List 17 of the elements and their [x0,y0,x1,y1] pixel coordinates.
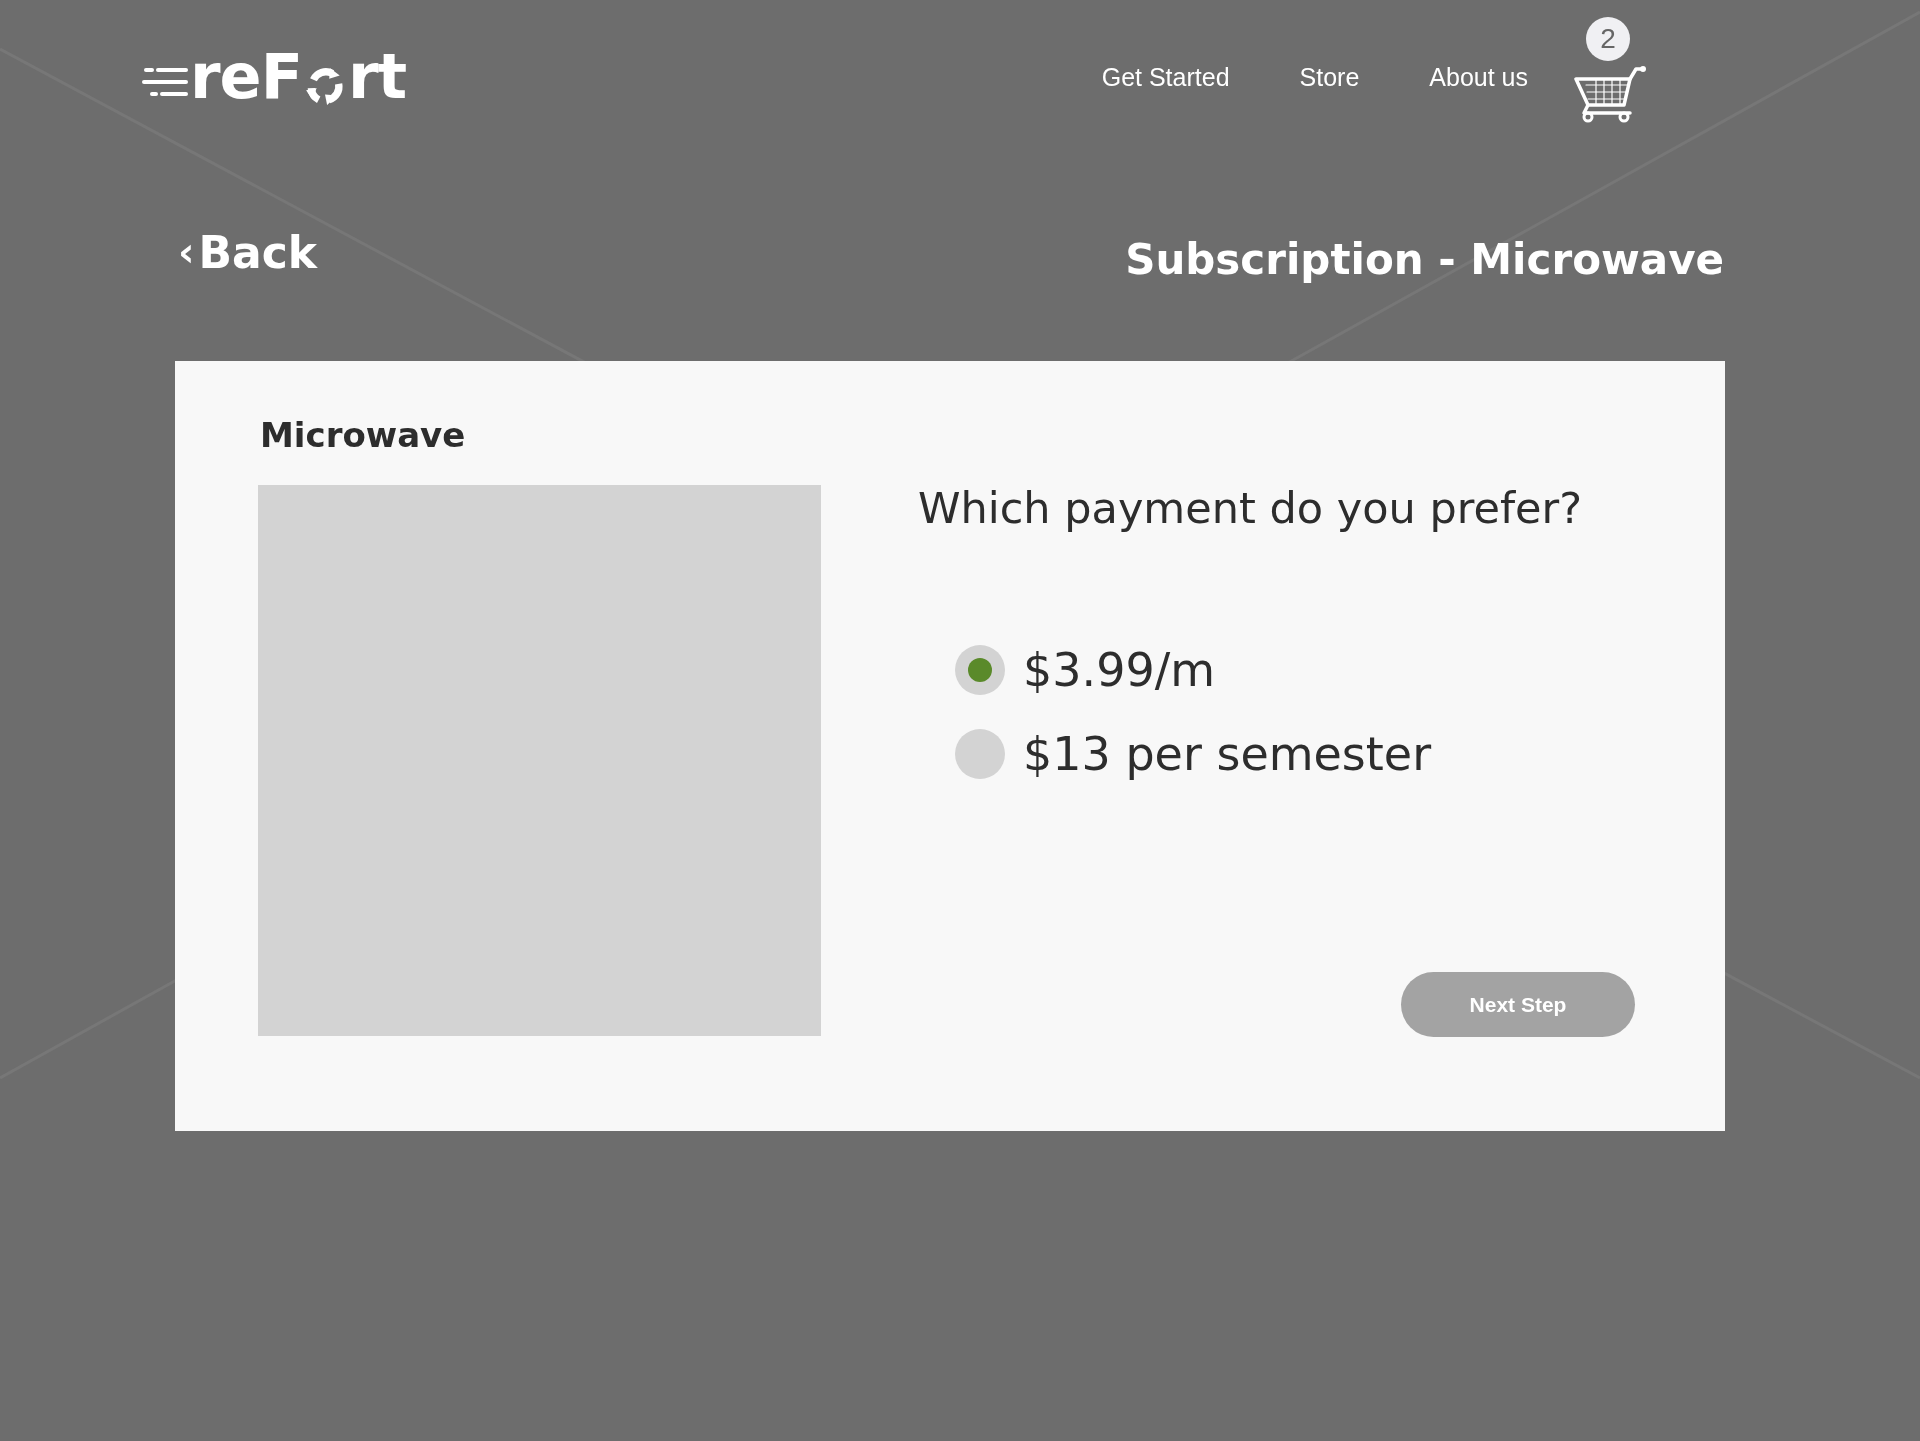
page-title: Subscription - Microwave [1125,234,1724,284]
logo-text: rt [348,46,407,108]
nav-link[interactable]: Get Started [1101,62,1230,92]
option-label[interactable]: $13 per semester [1023,727,1432,781]
product-name: Microwave [260,414,467,457]
logo[interactable]: reF rt [142,46,407,108]
recycle-icon [304,65,346,107]
shopping-cart-icon[interactable] [1574,65,1646,123]
radio-button[interactable] [955,729,1005,779]
option-label[interactable]: $3.99/m [1023,643,1215,697]
nav-link[interactable]: About us [1429,62,1528,92]
radio-button[interactable] [955,645,1005,695]
nav-link[interactable]: Store [1299,62,1360,92]
cart-count-badge: 2 [1586,17,1630,61]
question-text: Which payment do you prefer? [918,483,1584,533]
logo-text: reF [190,46,302,108]
back-link[interactable]: ‹Back [178,226,318,278]
